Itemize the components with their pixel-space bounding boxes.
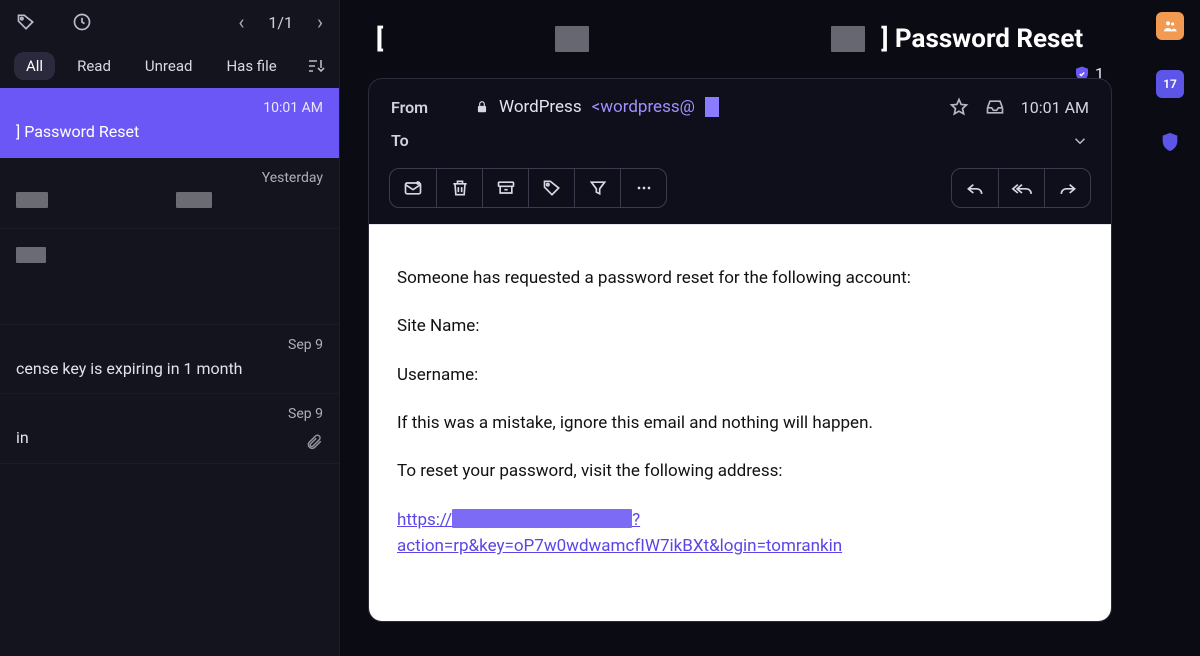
- app-rail: 17: [1140, 0, 1200, 656]
- message-item[interactable]: 10:01 AM ] Password Reset: [0, 88, 339, 158]
- security-rail-button[interactable]: [1156, 128, 1184, 156]
- subject-bar: [ ] Password Reset: [368, 0, 1112, 78]
- link-suffix1: ?: [632, 510, 640, 530]
- message-card: From WordPress <wordpress@ 10:01 AM: [368, 78, 1112, 622]
- attachment-icon: [305, 433, 323, 451]
- message-time: Sep 9: [16, 337, 323, 353]
- to-label: To: [391, 131, 465, 150]
- next-page-button[interactable]: ›: [317, 10, 323, 34]
- reset-link[interactable]: https://? action=rp&key=oP7w0wdwamcfIW7ik…: [397, 507, 1083, 560]
- message-list-pane: ‹ 1/1 › All Read Unread Has file 10:01 A…: [0, 0, 340, 656]
- calendar-date: 17: [1163, 77, 1177, 91]
- expand-recipients-button[interactable]: [1071, 132, 1089, 150]
- filter-read[interactable]: Read: [65, 52, 123, 80]
- reading-pane: [ ] Password Reset 1 From WordPress <wor…: [340, 0, 1140, 656]
- from-value[interactable]: WordPress <wordpress@: [475, 97, 939, 117]
- message-time: Yesterday: [16, 170, 323, 186]
- filter-bar: All Read Unread Has file: [0, 44, 339, 88]
- forward-button[interactable]: [1044, 169, 1090, 207]
- more-button[interactable]: [620, 169, 666, 207]
- filter-unread[interactable]: Unread: [133, 52, 205, 80]
- message-body: Someone has requested a password reset f…: [369, 224, 1111, 621]
- body-paragraph: To reset your password, visit the follow…: [397, 458, 1083, 484]
- list-topbar: ‹ 1/1 ›: [0, 0, 339, 44]
- message-item[interactable]: [0, 229, 339, 325]
- tag-icon[interactable]: [16, 12, 36, 32]
- clock-icon[interactable]: [72, 12, 92, 32]
- message-list: 10:01 AM ] Password Reset Yesterday Sep …: [0, 88, 339, 656]
- message-header: From WordPress <wordpress@ 10:01 AM: [369, 79, 1111, 164]
- reply-all-button[interactable]: [998, 169, 1044, 207]
- link-prefix: https://: [397, 510, 452, 530]
- prev-page-button[interactable]: ‹: [238, 10, 244, 34]
- delete-button[interactable]: [436, 169, 482, 207]
- from-address-prefix: <wordpress@: [592, 97, 695, 117]
- header-meta: 10:01 AM: [949, 97, 1089, 117]
- message-item[interactable]: Sep 9 in: [0, 394, 339, 464]
- contacts-rail-button[interactable]: [1156, 12, 1184, 40]
- message-subject: [16, 192, 323, 214]
- body-paragraph: If this was a mistake, ignore this email…: [397, 410, 1083, 436]
- message-subject: cense key is expiring in 1 month: [16, 359, 323, 380]
- archive-button[interactable]: [482, 169, 528, 207]
- page-indicator: 1/1: [268, 13, 293, 32]
- pager: ‹ 1/1 ›: [238, 10, 323, 34]
- body-paragraph: Someone has requested a password reset f…: [397, 265, 1083, 291]
- message-time: 10:01 AM: [1021, 98, 1089, 117]
- filter-button[interactable]: [574, 169, 620, 207]
- body-paragraph: Site Name:: [397, 313, 1083, 339]
- message-time: Sep 9: [16, 406, 323, 422]
- message-item[interactable]: Yesterday: [0, 158, 339, 229]
- subject-text: ] Password Reset: [881, 24, 1083, 54]
- message-time: 10:01 AM: [16, 100, 323, 116]
- from-label: From: [391, 98, 465, 117]
- star-button[interactable]: [949, 97, 969, 117]
- redacted-segment: [705, 97, 719, 117]
- action-group-right: [951, 168, 1091, 208]
- message-subject: ] Password Reset: [16, 122, 323, 143]
- mark-unread-button[interactable]: [390, 169, 436, 207]
- from-name: WordPress: [499, 97, 582, 117]
- reply-button[interactable]: [952, 169, 998, 207]
- message-item[interactable]: Sep 9 cense key is expiring in 1 month: [0, 325, 339, 395]
- link-line2: action=rp&key=oP7w0wdwamcfIW7ikBXt&login…: [397, 536, 842, 556]
- message-subject: in: [16, 428, 323, 449]
- action-group-left: [389, 168, 667, 208]
- body-paragraph: Username:: [397, 362, 1083, 388]
- label-button[interactable]: [528, 169, 574, 207]
- message-subject: [16, 247, 323, 269]
- sort-button[interactable]: [307, 58, 325, 74]
- calendar-rail-button[interactable]: 17: [1156, 70, 1184, 98]
- inbox-icon[interactable]: [985, 97, 1005, 117]
- lock-icon: [475, 99, 489, 115]
- message-toolbar: [369, 164, 1111, 224]
- filter-all[interactable]: All: [14, 52, 55, 80]
- redacted-segment: [452, 509, 632, 528]
- subject-bracket-open: [: [376, 24, 383, 54]
- filter-hasfile[interactable]: Has file: [214, 52, 288, 80]
